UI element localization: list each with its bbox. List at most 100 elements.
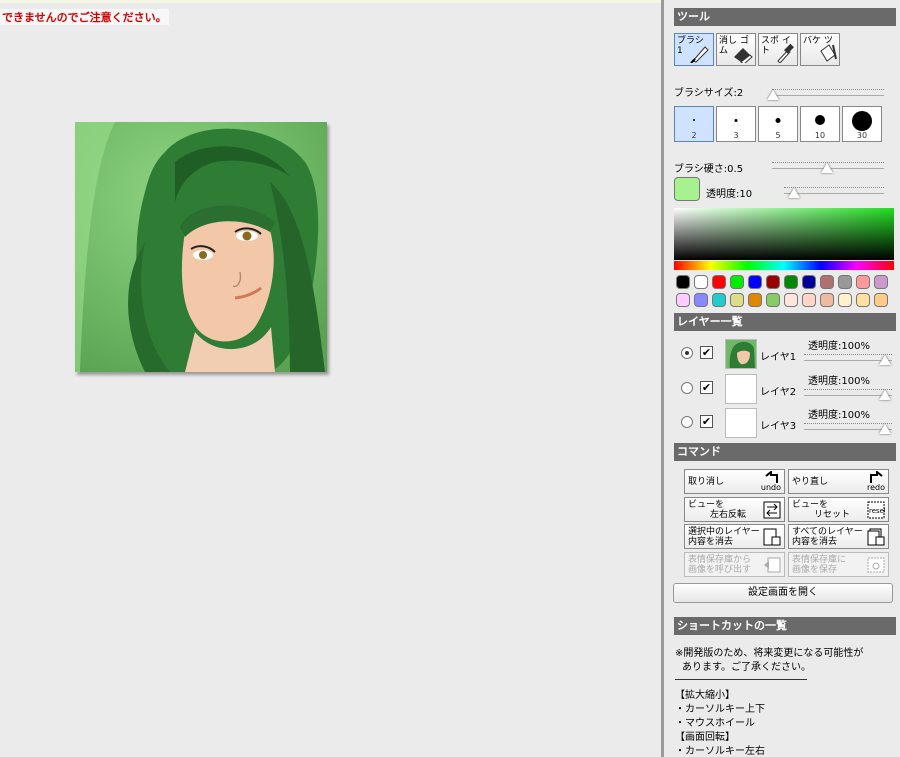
hardness-thumb[interactable] <box>821 163 833 173</box>
palette-swatch[interactable] <box>712 293 726 307</box>
layer-1-name: レイヤ1 <box>760 352 797 363</box>
size-preset-3[interactable]: 3 <box>716 106 756 142</box>
layer-1-thumbnail <box>725 339 757 369</box>
layer-2-name: レイヤ2 <box>760 387 797 398</box>
hardness-slider[interactable] <box>772 159 884 173</box>
current-color-swatch[interactable] <box>674 177 700 201</box>
layer-2-opacity-slider[interactable] <box>804 386 892 400</box>
shortcuts-note-line-2: あります。ご了承ください。 <box>682 662 811 673</box>
load-from-storage-button[interactable]: 表情保存庫から 画像を呼び出す <box>684 552 785 577</box>
shortcut-line-5: ・カーソルキー左右 <box>675 746 765 757</box>
reset-view-icon: reset <box>867 501 885 519</box>
layer-1-select-radio[interactable] <box>681 347 693 359</box>
redo-tag: redo <box>866 483 885 492</box>
eraser-icon <box>734 48 753 63</box>
palette-swatch[interactable] <box>676 293 690 307</box>
palette-swatch[interactable] <box>838 293 852 307</box>
hardness-label: ブラシ硬さ:0.5 <box>674 164 744 175</box>
palette-swatch[interactable] <box>694 293 708 307</box>
layer-1-visible-checkbox[interactable]: ✔ <box>700 346 713 359</box>
shortcuts-header: ショートカットの一覧 <box>674 617 896 635</box>
palette-swatch[interactable] <box>820 275 834 289</box>
opacity-label: 透明度:10 <box>706 189 753 200</box>
size-preset-30[interactable]: 30 <box>842 106 882 142</box>
size-preset-10[interactable]: 10 <box>800 106 840 142</box>
bucket-tool-button[interactable]: バケ ツ <box>800 33 840 66</box>
opacity-slider[interactable] <box>784 184 884 198</box>
load-storage-icon <box>764 557 781 573</box>
shortcuts-divider <box>675 679 807 680</box>
palette-swatch[interactable] <box>748 293 762 307</box>
layer-1-opacity-label: 透明度:100% <box>808 341 870 352</box>
flip-horizontal-icon <box>763 501 781 519</box>
drawing-canvas[interactable] <box>75 122 327 372</box>
shortcut-line-3: ・マウスホイール <box>675 718 755 729</box>
palette-swatch[interactable] <box>784 293 798 307</box>
layers-header: レイヤー一覧 <box>674 313 896 331</box>
brush-tool-button[interactable]: ブラシ 1 <box>674 33 714 66</box>
undo-tag: undo <box>760 483 781 492</box>
palette-swatch[interactable] <box>730 293 744 307</box>
svg-text:reset: reset <box>869 507 885 515</box>
layer-row-3[interactable]: ✔ レイヤ3 透明度:100% <box>674 406 896 440</box>
size-preset-5[interactable]: 5 <box>758 106 798 142</box>
brush-icon <box>690 46 709 63</box>
clear-selected-layer-button[interactable]: 選択中のレイヤー 内容を消去 <box>684 524 785 549</box>
undo-button[interactable]: 取り消し undo <box>684 469 785 494</box>
commands-header: コマンド <box>674 443 896 461</box>
layer-row-1[interactable]: ✔ レイヤ1 透明度:100% <box>674 337 896 371</box>
warning-notice: できませんのでご注意ください。 <box>0 9 169 25</box>
brush-size-label: ブラシサイズ:2 <box>674 88 744 99</box>
eyedropper-icon <box>777 43 794 63</box>
shortcuts-note-line-1: ※開発版のため、将来変更になる可能性が <box>675 648 864 659</box>
palette-swatch[interactable] <box>730 275 744 289</box>
palette-swatch[interactable] <box>874 275 888 289</box>
opacity-thumb[interactable] <box>788 188 800 198</box>
save-to-storage-button[interactable]: 表情保存庫に 画像を保存 <box>788 552 889 577</box>
palette-swatch[interactable] <box>802 293 816 307</box>
palette-swatch[interactable] <box>766 293 780 307</box>
layer-3-opacity-label: 透明度:100% <box>808 410 870 421</box>
flip-view-button[interactable]: ビューを 左右反転 <box>684 497 785 522</box>
palette-swatch[interactable] <box>766 275 780 289</box>
open-settings-button[interactable]: 設定画面を開く <box>673 583 893 603</box>
canvas-artwork <box>75 122 327 372</box>
eyedropper-tool-button[interactable]: スポ イト <box>758 33 798 66</box>
bucket-icon <box>820 44 837 62</box>
shortcut-line-2: ・カーソルキー上下 <box>675 704 765 715</box>
palette-swatch[interactable] <box>694 275 708 289</box>
layer-3-name: レイヤ3 <box>760 421 797 432</box>
layer-1-opacity-slider[interactable] <box>804 351 892 365</box>
tools-header: ツール <box>674 8 896 26</box>
layer-3-opacity-slider[interactable] <box>804 420 892 434</box>
palette-swatch[interactable] <box>856 275 870 289</box>
palette-swatch[interactable] <box>712 275 726 289</box>
layer-2-opacity-label: 透明度:100% <box>808 376 870 387</box>
save-storage-icon <box>867 557 885 573</box>
palette-swatch[interactable] <box>874 293 888 307</box>
color-picker-area[interactable] <box>674 208 894 260</box>
clear-all-layers-button[interactable]: すべてのレイヤー 内容を消去 <box>788 524 889 549</box>
layer-3-visible-checkbox[interactable]: ✔ <box>700 415 713 428</box>
palette-swatch[interactable] <box>784 275 798 289</box>
layer-3-thumbnail <box>725 408 757 438</box>
palette-swatch[interactable] <box>820 293 834 307</box>
layer-2-select-radio[interactable] <box>681 382 693 394</box>
palette-swatch[interactable] <box>838 275 852 289</box>
palette-swatch[interactable] <box>856 293 870 307</box>
hue-bar[interactable] <box>674 261 894 270</box>
palette-swatch[interactable] <box>802 275 816 289</box>
brush-size-slider[interactable] <box>767 86 884 100</box>
layer-row-2[interactable]: ✔ レイヤ2 透明度:100% <box>674 372 896 406</box>
shortcut-line-1: 【拡大縮小】 <box>675 690 735 701</box>
palette-swatch[interactable] <box>676 275 690 289</box>
reset-view-button[interactable]: ビューを リセット reset <box>788 497 889 522</box>
eraser-tool-button[interactable]: 消し ゴム <box>716 33 756 66</box>
trash-pages-icon <box>867 528 885 546</box>
size-preset-2[interactable]: 2 <box>674 106 714 142</box>
layer-2-visible-checkbox[interactable]: ✔ <box>700 381 713 394</box>
palette-swatch[interactable] <box>748 275 762 289</box>
brush-size-thumb[interactable] <box>767 90 779 100</box>
redo-button[interactable]: やり直し redo <box>788 469 889 494</box>
layer-3-select-radio[interactable] <box>681 416 693 428</box>
